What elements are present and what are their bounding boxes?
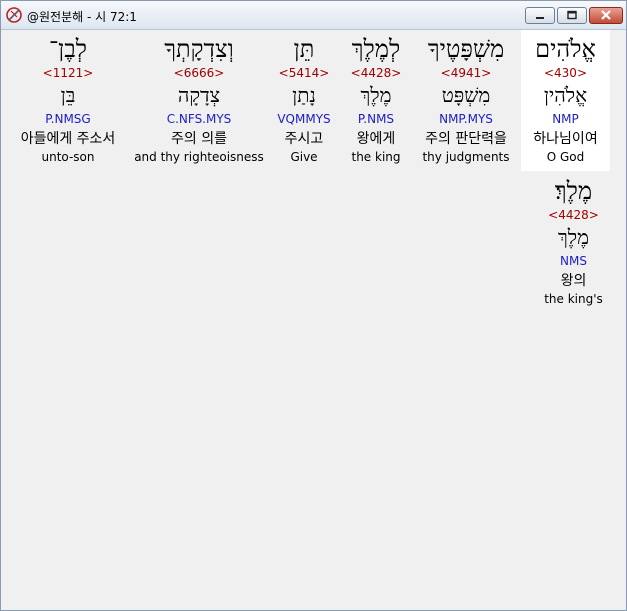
word-cell[interactable]: אֱלֹהִים <430> אֱלֹהִין NMP 하나님이여 O God: [521, 30, 610, 171]
strong-number[interactable]: <430>: [521, 66, 610, 80]
hebrew-lexeme: נָתַן: [292, 83, 316, 107]
english-gloss: O God: [546, 150, 585, 164]
minimize-icon: [536, 17, 544, 19]
word-cell[interactable]: מֶלֶךְ׃ <4428> מֶלֶךְ NMS 왕의 the king's: [529, 172, 618, 313]
word-cell[interactable]: לְבֶן־ <1121> בֵּן P.NMSG 아들에게 주소서 unto-…: [5, 30, 131, 171]
hebrew-lexeme: מֶלֶךְ: [360, 83, 392, 107]
minimize-button[interactable]: [525, 7, 555, 24]
hebrew-word: תֵּן: [293, 35, 315, 63]
strong-number[interactable]: <4428>: [529, 208, 618, 222]
morphology-code: NMP: [552, 112, 579, 126]
hebrew-word: מִשְׁפָּטֶיךָ: [427, 35, 505, 63]
close-button[interactable]: [589, 7, 623, 24]
hebrew-word: וְצִדְקָתְךָ: [164, 35, 234, 63]
strong-number[interactable]: <4428>: [341, 66, 411, 80]
english-gloss: unto-son: [41, 150, 95, 164]
korean-gloss: 주시고: [284, 131, 324, 147]
korean-gloss: 아들에게 주소서: [20, 131, 116, 147]
korean-gloss: 왕에게: [356, 131, 396, 147]
window-title: @원전분해 - 시 72:1: [27, 10, 137, 24]
app-window: @원전분해 - 시 72:1 אֱלֹהִים <430> אֱלֹהִין N…: [0, 0, 627, 611]
strong-number[interactable]: <4941>: [411, 66, 521, 80]
strong-number[interactable]: <1121>: [5, 66, 131, 80]
hebrew-word: מֶלֶךְ׃: [554, 177, 593, 205]
word-cell[interactable]: תֵּן <5414> נָתַן VQMMYS 주시고 Give: [267, 30, 341, 171]
morphology-code: P.NMSG: [45, 112, 91, 126]
morphology-code: NMS: [560, 254, 587, 268]
english-gloss: thy judgments: [422, 150, 510, 164]
hebrew-lexeme: בֵּן: [60, 83, 76, 107]
strong-number[interactable]: <5414>: [267, 66, 341, 80]
word-cell[interactable]: וְצִדְקָתְךָ <6666> צְדָקָה C.NFS.MYS 주의…: [131, 30, 267, 171]
word-cell[interactable]: לְמֶלֶךְ <4428> מֶלֶךְ P.NMS 왕에게 the kin…: [341, 30, 411, 171]
morphology-code: VQMMYS: [277, 112, 331, 126]
word-analysis-panel: אֱלֹהִים <430> אֱלֹהִין NMP 하나님이여 O God …: [1, 30, 626, 610]
strong-number[interactable]: <6666>: [131, 66, 267, 80]
hebrew-lexeme: אֱלֹהִין: [543, 83, 588, 107]
english-gloss: and thy righteoisness: [134, 150, 264, 164]
morphology-code: C.NFS.MYS: [166, 112, 232, 126]
english-gloss: Give: [290, 150, 318, 164]
title-bar[interactable]: @원전분해 - 시 72:1: [1, 1, 626, 30]
hebrew-word: אֱלֹהִים: [535, 35, 596, 63]
word-cell[interactable]: מִשְׁפָּטֶיךָ <4941> מִשְׁפָּט NMP.MYS 주…: [411, 30, 521, 171]
close-icon: [601, 10, 611, 20]
morphology-code: P.NMS: [357, 112, 395, 126]
morphology-code: NMP.MYS: [439, 112, 493, 126]
korean-gloss: 왕의: [560, 273, 587, 289]
app-icon[interactable]: [5, 6, 23, 24]
korean-gloss: 주의 의를: [171, 131, 227, 147]
english-gloss: the king's: [544, 292, 603, 306]
hebrew-word: לְבֶן־: [48, 35, 88, 63]
hebrew-word: לְמֶלֶךְ: [351, 35, 401, 63]
restore-icon: [567, 10, 577, 20]
maximize-button[interactable]: [557, 7, 587, 24]
korean-gloss: 하나님이여: [533, 131, 598, 147]
hebrew-lexeme: צְדָקָה: [177, 83, 221, 107]
hebrew-lexeme: מֶלֶךְ: [557, 225, 590, 249]
english-gloss: the king: [351, 150, 401, 164]
hebrew-lexeme: מִשְׁפָּט: [441, 83, 491, 107]
korean-gloss: 주의 판단력을: [425, 131, 507, 147]
